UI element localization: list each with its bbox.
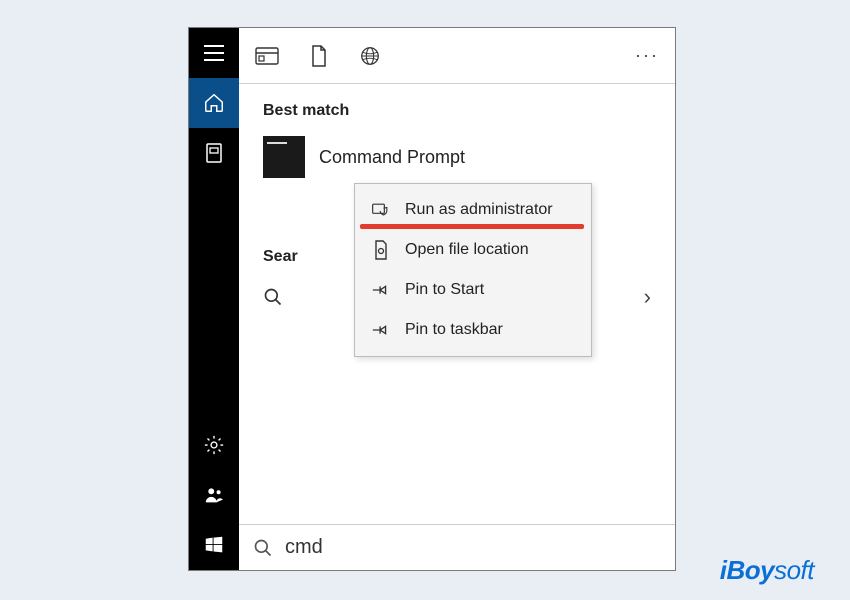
chevron-right-icon: ›	[644, 284, 651, 310]
search-bar[interactable]	[239, 524, 675, 570]
home-button[interactable]	[189, 78, 239, 128]
menu-button[interactable]	[189, 28, 239, 78]
timeline-icon	[204, 141, 224, 165]
apps-tab[interactable]	[255, 46, 279, 66]
settings-button[interactable]	[189, 420, 239, 470]
brand-suffix: soft	[774, 555, 814, 585]
brand-prefix: iBoy	[720, 555, 774, 585]
search-icon	[263, 287, 283, 307]
context-menu: Run as administrator Open file location …	[354, 183, 592, 357]
windows-icon	[203, 534, 225, 556]
cmd-icon	[263, 136, 305, 178]
ctx-open-file-location[interactable]: Open file location	[355, 230, 591, 270]
more-tab[interactable]: ···	[635, 45, 659, 66]
web-tab[interactable]	[359, 45, 381, 67]
watermark-logo: iBoysoft	[720, 555, 814, 586]
file-location-icon	[371, 240, 391, 260]
ctx-label: Pin to taskbar	[405, 321, 503, 339]
apps-icon	[255, 46, 279, 66]
pin-taskbar-icon	[371, 320, 391, 340]
search-input[interactable]	[285, 536, 661, 559]
people-button[interactable]	[189, 470, 239, 520]
ctx-label: Open file location	[405, 241, 529, 259]
document-icon	[309, 44, 329, 68]
hamburger-icon	[204, 45, 224, 61]
people-icon	[203, 484, 225, 506]
best-match-label: Best match	[263, 102, 651, 120]
result-title: Command Prompt	[319, 147, 465, 168]
pin-start-icon	[371, 280, 391, 300]
start-sidebar	[189, 28, 239, 570]
gear-icon	[203, 434, 225, 456]
start-menu-search-window: ··· Best match Command Prompt Sear › Run…	[188, 27, 676, 571]
ctx-pin-to-start[interactable]: Pin to Start	[355, 270, 591, 310]
ctx-label: Run as administrator	[405, 201, 553, 219]
result-command-prompt[interactable]: Command Prompt	[263, 136, 651, 178]
ctx-label: Pin to Start	[405, 281, 484, 299]
globe-icon	[359, 45, 381, 67]
search-icon	[253, 538, 273, 558]
ctx-pin-to-taskbar[interactable]: Pin to taskbar	[355, 310, 591, 350]
home-icon	[203, 92, 225, 114]
highlight-underline	[360, 224, 584, 229]
filter-tabs: ···	[239, 28, 675, 84]
documents-tab[interactable]	[309, 44, 329, 68]
timeline-button[interactable]	[189, 128, 239, 178]
search-pane: ··· Best match Command Prompt Sear › Run…	[239, 28, 675, 570]
start-button[interactable]	[189, 520, 239, 570]
shield-icon	[371, 200, 391, 220]
